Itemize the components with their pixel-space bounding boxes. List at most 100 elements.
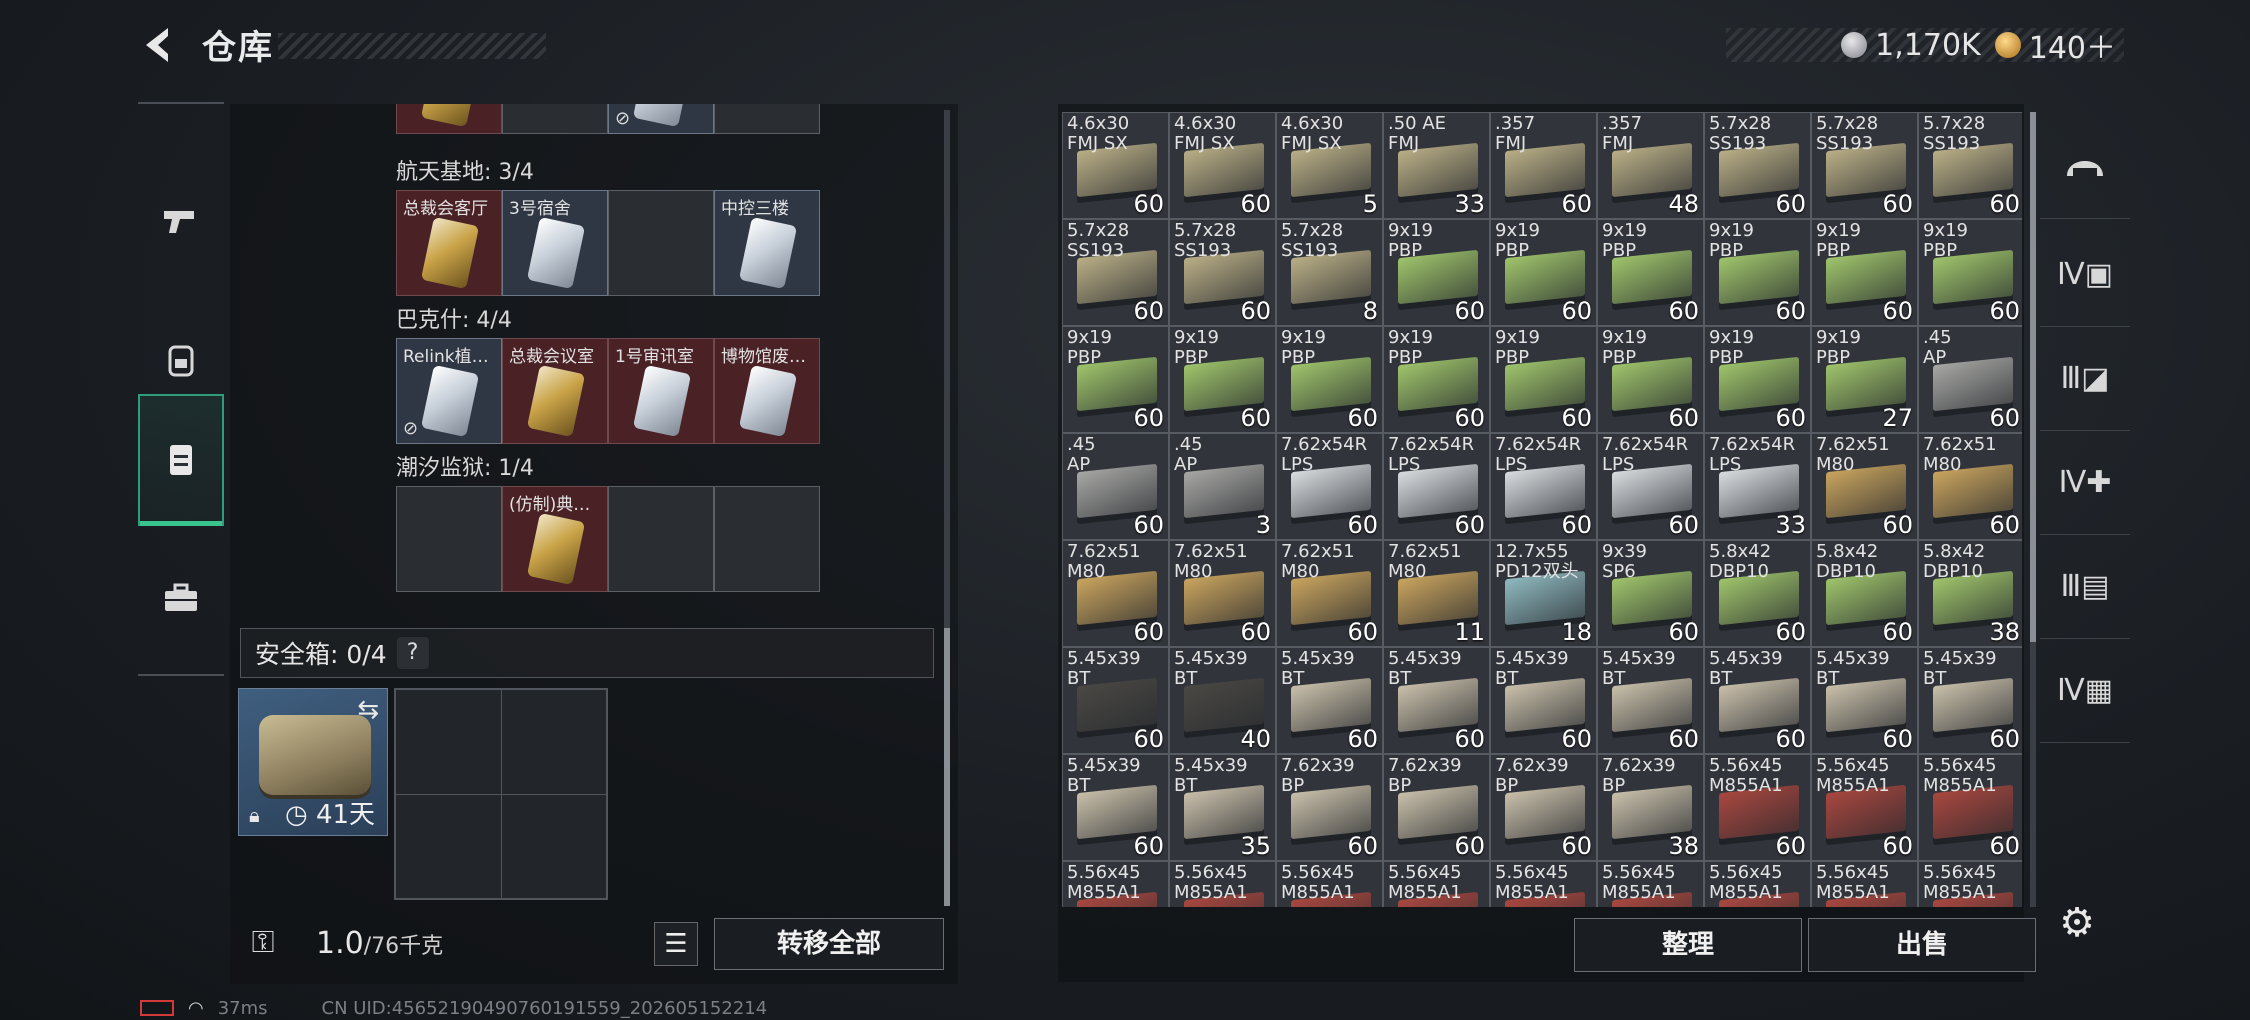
ammo-slot[interactable]: 5.8x42 DBP10 38 xyxy=(1918,540,2022,647)
ammo-slot[interactable]: 5.45x39 BT 60 xyxy=(1704,647,1811,754)
transfer-all-button[interactable]: 转移全部 xyxy=(714,918,944,970)
ammo-slot[interactable]: 5.45x39 BT 60 xyxy=(1383,647,1490,754)
currency-gold[interactable]: 140＋ xyxy=(1994,23,2116,67)
ammo-slot[interactable]: 9x19 PBP 60 xyxy=(1276,326,1383,433)
ammo-slot[interactable]: 5.45x39 BT 60 xyxy=(1918,647,2022,754)
ammo-slot[interactable]: 7.62x51 M80 60 xyxy=(1276,540,1383,647)
ammo-slot[interactable]: 5.7x28 SS193 60 xyxy=(1704,112,1811,219)
ammo-slot[interactable]: 9x39 SP6 60 xyxy=(1597,540,1704,647)
key-slot[interactable]: (仿制)典… xyxy=(502,486,608,592)
ammo-slot[interactable]: 5.56x45 M855A1 xyxy=(1704,861,1811,907)
ammo-slot[interactable]: 7.62x51 M80 60 xyxy=(1811,433,1918,540)
ammo-slot[interactable]: 5.56x45 M855A1 xyxy=(1383,861,1490,907)
ammo-slot[interactable]: 9x19 PBP 60 xyxy=(1597,219,1704,326)
ammo-slot[interactable]: 5.45x39 BT 60 xyxy=(1062,754,1169,861)
ammo-slot[interactable]: .357 FMJ 60 xyxy=(1490,112,1597,219)
ammo-slot[interactable]: 9x19 PBP 60 xyxy=(1490,326,1597,433)
ammo-slot[interactable]: 7.62x54R LPS 33 xyxy=(1704,433,1811,540)
nav-weapons[interactable] xyxy=(138,156,224,284)
ammo-slot[interactable]: 7.62x51 M80 60 xyxy=(1918,433,2022,540)
safe-box-item[interactable]: ⇆ 🔒︎ ◷ 41天 xyxy=(238,688,388,836)
ammo-slot[interactable]: 7.62x39 BP 38 xyxy=(1597,754,1704,861)
ammo-slot[interactable]: 12.7x55 PD12双头 18 xyxy=(1490,540,1597,647)
ammo-slot[interactable]: .45 AP 60 xyxy=(1062,433,1169,540)
key-slot[interactable]: 中控三楼 xyxy=(714,190,820,296)
help-button[interactable]: ? xyxy=(396,637,429,669)
ammo-slot[interactable]: 5.56x45 M855A1 xyxy=(1811,861,1918,907)
ammo-slot[interactable]: 5.56x45 M855A1 xyxy=(1918,861,2022,907)
ammo-slot[interactable]: 5.7x28 SS193 60 xyxy=(1169,219,1276,326)
filter-medkit-iv[interactable]: Ⅳ✚ xyxy=(2040,430,2130,535)
filter-bag-iv[interactable]: Ⅳ▦ xyxy=(2040,638,2130,743)
ammo-slot[interactable]: 5.45x39 BT 40 xyxy=(1169,647,1276,754)
ammo-slot[interactable]: 4.6x30 FMJ SX 60 xyxy=(1169,112,1276,219)
ammo-slot[interactable]: 7.62x54R LPS 60 xyxy=(1597,433,1704,540)
ammo-slot[interactable]: 5.56x45 M855A1 60 xyxy=(1918,754,2022,861)
ammo-slot[interactable]: 9x19 PBP 60 xyxy=(1704,326,1811,433)
ammo-slot[interactable]: 7.62x54R LPS 60 xyxy=(1383,433,1490,540)
ammo-slot[interactable]: 5.56x45 M855A1 xyxy=(1062,861,1169,907)
ammo-slot[interactable]: 7.62x51 M80 11 xyxy=(1383,540,1490,647)
ammo-slot[interactable]: 5.56x45 M855A1 xyxy=(1276,861,1383,907)
ammo-slot[interactable]: 7.62x51 M80 60 xyxy=(1169,540,1276,647)
ammo-slot[interactable]: 4.6x30 FMJ SX 60 xyxy=(1062,112,1169,219)
key-slot-partial[interactable] xyxy=(396,104,502,134)
ammo-slot[interactable]: .50 AE FMJ 33 xyxy=(1383,112,1490,219)
ammo-slot[interactable]: 9x19 PBP 27 xyxy=(1811,326,1918,433)
back-button[interactable] xyxy=(138,24,180,66)
ammo-slot[interactable]: 5.45x39 BT 60 xyxy=(1597,647,1704,754)
key-slot-partial[interactable] xyxy=(502,104,608,134)
filter-rig-iii[interactable]: Ⅲ▤ xyxy=(2040,534,2130,639)
key-slot-partial[interactable] xyxy=(714,104,820,134)
filter-armor-iv[interactable]: Ⅳ▣ xyxy=(2040,222,2130,327)
ammo-slot[interactable]: 7.62x51 M80 60 xyxy=(1062,540,1169,647)
filter-armor-iii[interactable]: Ⅲ◪ xyxy=(2040,326,2130,431)
ammo-slot[interactable]: 5.45x39 BT 60 xyxy=(1276,647,1383,754)
ammo-slot[interactable]: 5.8x42 DBP10 60 xyxy=(1811,540,1918,647)
key-slot[interactable]: 1号审讯室 xyxy=(608,338,714,444)
ammo-slot[interactable]: 5.7x28 SS193 8 xyxy=(1276,219,1383,326)
key-slot-empty[interactable] xyxy=(608,190,714,296)
key-slot-empty[interactable] xyxy=(608,486,714,592)
ammo-slot[interactable]: 9x19 PBP 60 xyxy=(1811,219,1918,326)
ammo-slot[interactable]: 9x19 PBP 60 xyxy=(1383,219,1490,326)
key-slot[interactable]: 3号宿舍 xyxy=(502,190,608,296)
ammo-slot[interactable]: 7.62x39 BP 60 xyxy=(1383,754,1490,861)
sell-button[interactable]: 出售 xyxy=(1808,918,2036,972)
keycard-list[interactable]: ⊘ 航天基地: 3/4 总裁会客厅 3号宿舍 中控三楼 巴克什: 4/4 Rel… xyxy=(390,104,950,632)
key-slot[interactable]: 博物馆废… xyxy=(714,338,820,444)
ammo-slot[interactable]: 9x19 PBP 60 xyxy=(1704,219,1811,326)
ammo-slot[interactable]: 5.56x45 M855A1 60 xyxy=(1704,754,1811,861)
ammo-slot[interactable]: 9x19 PBP 60 xyxy=(1169,326,1276,433)
settings-button[interactable]: ⚙ xyxy=(2052,898,2102,948)
ammo-slot[interactable]: 7.62x54R LPS 60 xyxy=(1490,433,1597,540)
ammo-slot[interactable]: 5.56x45 M855A1 60 xyxy=(1811,754,1918,861)
ammo-slot[interactable]: 7.62x39 BP 60 xyxy=(1276,754,1383,861)
ammo-slot[interactable]: .357 FMJ 48 xyxy=(1597,112,1704,219)
ammo-slot[interactable]: 9x19 PBP 60 xyxy=(1490,219,1597,326)
key-slot[interactable]: 总裁会客厅 xyxy=(396,190,502,296)
ammo-slot[interactable]: 7.62x54R LPS 60 xyxy=(1276,433,1383,540)
ammo-slot[interactable]: 5.45x39 BT 35 xyxy=(1169,754,1276,861)
ammo-slot[interactable]: .45 AP 3 xyxy=(1169,433,1276,540)
ammo-slot[interactable]: 5.56x45 M855A1 xyxy=(1169,861,1276,907)
ammo-slot[interactable]: 9x19 PBP 60 xyxy=(1383,326,1490,433)
ammo-slot[interactable]: 5.56x45 M855A1 xyxy=(1597,861,1704,907)
ammo-slot[interactable]: .45 AP 60 xyxy=(1918,326,2022,433)
ammo-grid[interactable]: 4.6x30 FMJ SX 60 4.6x30 FMJ SX 60 4.6x30 FMJ SX… xyxy=(1062,112,2022,907)
nav-storage[interactable] xyxy=(138,394,224,526)
key-slot[interactable]: Relink植… ⊘ xyxy=(396,338,502,444)
ammo-slot[interactable]: 5.8x42 DBP10 60 xyxy=(1704,540,1811,647)
ammo-slot[interactable]: 5.7x28 SS193 60 xyxy=(1811,112,1918,219)
ammo-slot[interactable]: 5.7x28 SS193 60 xyxy=(1918,112,2022,219)
key-slot-partial[interactable]: ⊘ xyxy=(608,104,714,134)
ammo-slot[interactable]: 5.56x45 M855A1 xyxy=(1490,861,1597,907)
ammo-slot[interactable]: 5.7x28 SS193 60 xyxy=(1062,219,1169,326)
list-view-button[interactable]: ☰ xyxy=(654,922,698,966)
ammo-slot[interactable]: 9x19 PBP 60 xyxy=(1918,219,2022,326)
ammo-slot[interactable]: 7.62x39 BP 60 xyxy=(1490,754,1597,861)
ammo-slot[interactable]: 4.6x30 FMJ SX 5 xyxy=(1276,112,1383,219)
swap-icon[interactable]: ⇆ xyxy=(357,695,379,725)
ammo-slot[interactable]: 9x19 PBP 60 xyxy=(1597,326,1704,433)
nav-tools[interactable] xyxy=(138,534,224,662)
